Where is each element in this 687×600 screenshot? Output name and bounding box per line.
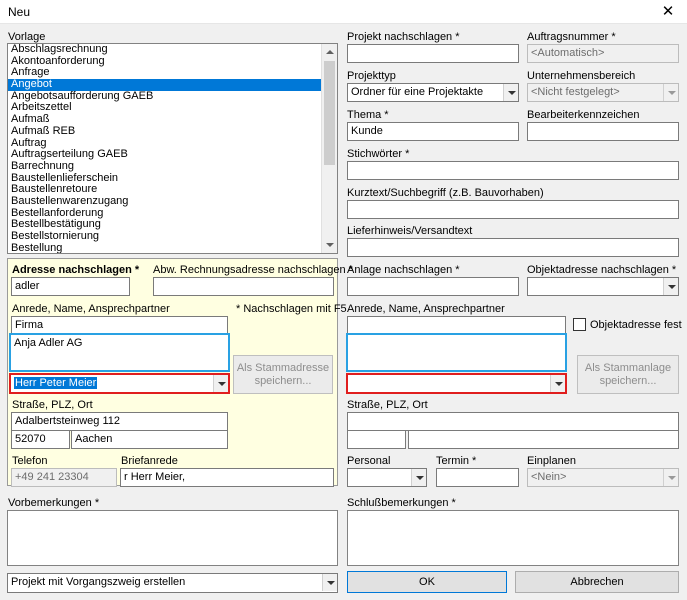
schlussbemerkungen-label: Schlußbemerkungen * xyxy=(347,497,456,509)
auftragsnummer-input[interactable]: <Automatisch> xyxy=(527,44,679,63)
chevron-down-icon[interactable] xyxy=(550,375,565,392)
telefon-label: Telefon xyxy=(12,455,48,467)
adresse-nachschlagen-label: Adresse nachschlagen * xyxy=(12,264,140,276)
projekt-nachschlagen-input[interactable] xyxy=(347,44,519,63)
adresse-nachschlagen-input[interactable]: adler xyxy=(11,277,130,296)
anlage-plz-input[interactable] xyxy=(347,430,406,449)
chevron-down-icon[interactable] xyxy=(663,278,678,295)
abbrechen-button[interactable]: Abbrechen xyxy=(515,571,679,593)
strasse-label: Straße, PLZ, Ort xyxy=(12,399,93,411)
vorbemerkungen-label: Vorbemerkungen * xyxy=(8,497,100,509)
scroll-up-icon[interactable] xyxy=(322,44,337,60)
chevron-down-icon[interactable] xyxy=(503,84,518,101)
objektadresse-fest-checkbox[interactable] xyxy=(573,318,586,331)
plz-input[interactable]: 52070 xyxy=(11,430,70,449)
list-item[interactable]: Aufmaß REB xyxy=(8,125,337,138)
briefanrede-input[interactable]: r Herr Meier, xyxy=(120,468,334,487)
close-icon[interactable]: ✕ xyxy=(657,2,679,22)
telefon-input[interactable]: +49 241 23304 xyxy=(11,468,117,487)
list-item[interactable]: Bestellstornierung xyxy=(8,230,337,243)
unternehmensbereich-value: <Nicht festgelegt> xyxy=(531,86,620,98)
vorgang-select[interactable]: Projekt mit Vorgangszweig erstellen xyxy=(7,573,338,593)
chevron-down-icon[interactable] xyxy=(411,469,426,486)
projekt-nachschlagen-label: Projekt nachschlagen * xyxy=(347,31,460,43)
stammadresse-speichern-button[interactable]: Als Stammadresse speichern... xyxy=(233,355,333,394)
list-item[interactable]: Barrechnung xyxy=(8,160,337,173)
projekttyp-label: Projekttyp xyxy=(347,70,396,82)
list-item[interactable]: Anfrage xyxy=(8,67,337,79)
objektadresse-nachschlagen-label: Objektadresse nachschlagen * xyxy=(527,264,677,276)
vorgang-value: Projekt mit Vorgangszweig erstellen xyxy=(11,576,186,588)
scroll-down-icon[interactable] xyxy=(322,237,337,253)
objektadresse-fest-label: Objektadresse fest xyxy=(590,319,682,331)
chevron-down-icon[interactable] xyxy=(213,375,228,392)
vorbemerkungen-textarea[interactable] xyxy=(7,510,338,566)
objektadresse-select[interactable] xyxy=(527,277,679,296)
thema-label: Thema * xyxy=(347,109,389,121)
termin-label: Termin * xyxy=(436,455,477,467)
window-title: Neu xyxy=(8,5,31,19)
anlage-strasse-label: Straße, PLZ, Ort xyxy=(347,399,428,411)
list-item[interactable]: Akontoanforderung xyxy=(8,55,337,68)
projekttyp-select[interactable]: Ordner für eine Projektakte xyxy=(347,83,519,102)
vorlage-listbox[interactable]: Abschlagsrechnung Akontoanforderung Anfrag… xyxy=(7,43,338,254)
vorlage-label: Vorlage xyxy=(8,31,46,43)
thema-input[interactable]: Kunde xyxy=(347,122,519,141)
stichwoerter-label: Stichwörter * xyxy=(347,148,410,160)
ok-button[interactable]: OK xyxy=(347,571,507,593)
list-item[interactable]: Baustellenwarenzugang xyxy=(8,195,337,208)
scroll-thumb[interactable] xyxy=(324,61,335,165)
personal-select[interactable] xyxy=(347,468,427,487)
ort-input[interactable]: Aachen xyxy=(71,430,228,449)
list-item[interactable]: Bestellung xyxy=(8,242,337,253)
list-item[interactable]: Angebot xyxy=(8,78,337,91)
anlage-ansprechpartner-select[interactable] xyxy=(346,373,567,394)
lieferhinweis-label: Lieferhinweis/Versandtext xyxy=(347,225,473,237)
einplanen-label: Einplanen xyxy=(527,455,576,467)
einplanen-select[interactable]: <Nein> xyxy=(527,468,679,487)
anlage-name-textarea[interactable] xyxy=(346,333,567,372)
name-textarea[interactable]: Anja Adler AG xyxy=(9,333,230,372)
anlage-strasse-input[interactable] xyxy=(347,412,679,431)
abw-rechnungsadresse-label: Abw. Rechnungsadresse nachschlagen * xyxy=(153,264,353,276)
bearbeiterkennzeichen-label: Bearbeiterkennzeichen xyxy=(527,109,640,121)
schlussbemerkungen-textarea[interactable] xyxy=(347,510,679,566)
kurztext-label: Kurztext/Suchbegriff (z.B. Bauvorhaben) xyxy=(347,187,544,199)
anlage-nachschlagen-label: Anlage nachschlagen * xyxy=(347,264,460,276)
anrede-label: Anrede, Name, Ansprechpartner xyxy=(12,303,170,315)
f5-hint: * Nachschlagen mit F5 xyxy=(236,303,347,315)
bearbeiterkennzeichen-input[interactable] xyxy=(527,122,679,141)
ansprechpartner-select[interactable]: Herr Peter Meier xyxy=(9,373,230,394)
einplanen-value: <Nein> xyxy=(531,471,567,483)
vorlage-scrollbar[interactable] xyxy=(321,44,337,253)
title-bar: Neu ✕ xyxy=(0,0,687,24)
kurztext-input[interactable] xyxy=(347,200,679,219)
chevron-down-icon[interactable] xyxy=(663,469,678,486)
stammanlage-speichern-button[interactable]: Als Stammanlage speichern... xyxy=(577,355,679,394)
list-item[interactable]: Abschlagsrechnung xyxy=(8,44,337,56)
abw-rechnungsadresse-input[interactable] xyxy=(153,277,334,296)
unternehmensbereich-label: Unternehmensbereich xyxy=(527,70,636,82)
termin-input[interactable] xyxy=(436,468,519,487)
vorlage-items: Abschlagsrechnung Akontoanforderung Anfrag… xyxy=(8,44,337,253)
strasse-input[interactable]: Adalbertsteinweg 112 xyxy=(11,412,228,431)
unternehmensbereich-select[interactable]: <Nicht festgelegt> xyxy=(527,83,679,102)
personal-label: Personal xyxy=(347,455,391,467)
projekttyp-value: Ordner für eine Projektakte xyxy=(351,86,484,98)
chevron-down-icon[interactable] xyxy=(663,84,678,101)
briefanrede-label: Briefanrede xyxy=(121,455,178,467)
lieferhinweis-input[interactable] xyxy=(347,238,679,257)
chevron-down-icon[interactable] xyxy=(322,574,337,591)
anlage-ort-input[interactable] xyxy=(408,430,679,449)
ansprechpartner-value: Herr Peter Meier xyxy=(14,377,98,389)
stichwoerter-input[interactable] xyxy=(347,161,679,180)
auftragsnummer-label: Auftragsnummer * xyxy=(527,31,616,43)
anlage-anrede-label: Anrede, Name, Ansprechpartner xyxy=(347,303,505,315)
anlage-nachschlagen-input[interactable] xyxy=(347,277,519,296)
list-item[interactable]: Arbeitszettel xyxy=(8,102,337,114)
